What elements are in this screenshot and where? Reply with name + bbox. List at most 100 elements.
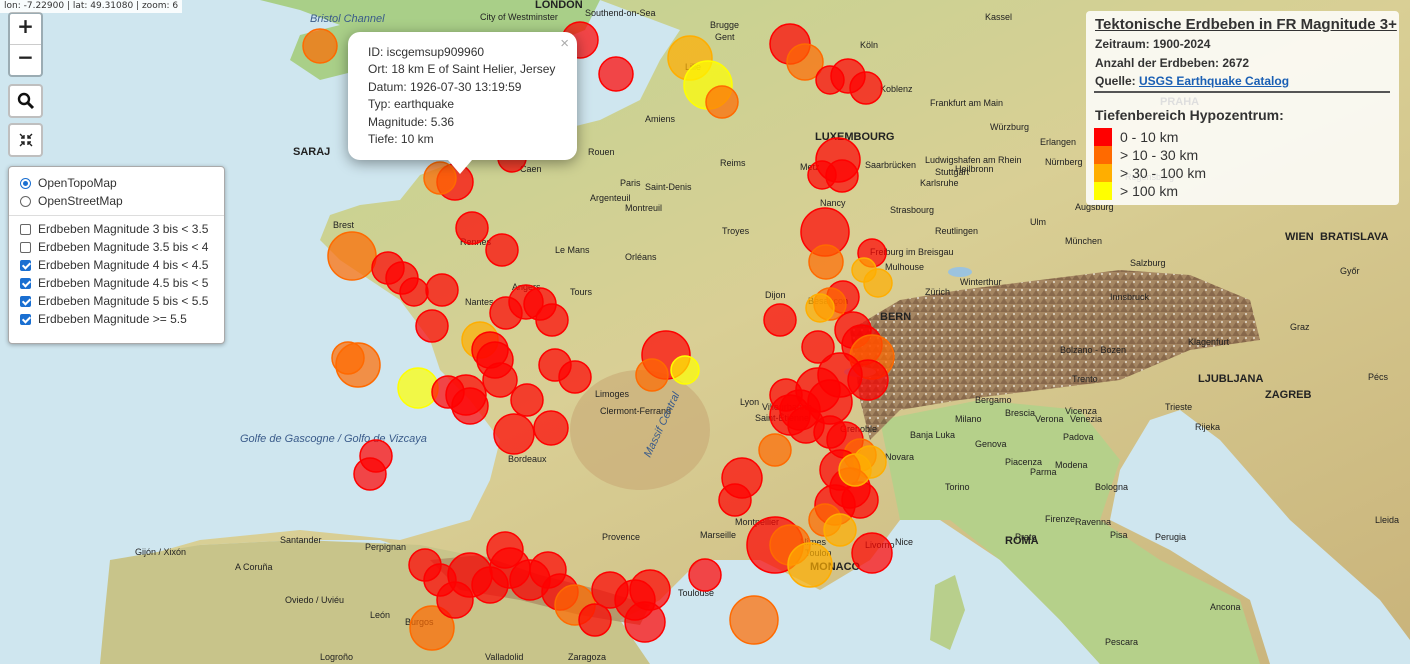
overlay-label: Erdbeben Magnitude >= 5.5 [38, 312, 187, 326]
earthquake-marker[interactable] [489, 296, 523, 330]
depth-label: > 10 - 30 km [1120, 147, 1199, 163]
earthquake-marker[interactable] [578, 603, 612, 637]
earthquake-marker[interactable] [533, 410, 569, 446]
earthquake-marker[interactable] [353, 457, 387, 491]
place-label: Torino [945, 482, 970, 492]
place-label: Paris [620, 178, 641, 188]
earthquake-popup: × ID: iscgemsup909960 Ort: 18 km E of Sa… [348, 32, 577, 174]
earthquake-marker[interactable] [302, 28, 338, 64]
earthquake-marker[interactable] [451, 387, 489, 425]
place-label: Perpignan [365, 542, 406, 552]
checkbox[interactable] [20, 242, 31, 253]
checkbox[interactable] [20, 260, 31, 271]
place-label: Limoges [595, 389, 630, 399]
place-label: ROMA [1005, 535, 1039, 547]
earthquake-marker[interactable] [415, 309, 449, 343]
place-label: Graz [1290, 322, 1310, 332]
earthquake-marker[interactable] [485, 233, 519, 267]
overlay-mag-3.5-4[interactable]: Erdbeben Magnitude 3.5 bis < 4 [9, 238, 224, 256]
depth-swatch [1094, 164, 1112, 182]
checkbox[interactable] [20, 296, 31, 307]
earthquake-marker[interactable] [335, 342, 381, 388]
earthquake-marker[interactable] [535, 303, 569, 337]
radio-button[interactable] [20, 178, 31, 189]
earthquake-marker[interactable] [327, 231, 377, 281]
earthquake-marker[interactable] [823, 513, 857, 547]
zoom-out-button[interactable]: − [10, 45, 41, 75]
earthquake-marker[interactable] [635, 358, 669, 392]
earthquake-marker[interactable] [729, 595, 779, 645]
earthquake-marker[interactable] [425, 273, 459, 307]
earthquake-marker[interactable] [399, 277, 429, 307]
earthquake-marker[interactable] [808, 244, 844, 280]
earthquake-marker[interactable] [849, 71, 883, 105]
place-label: Venezia [1070, 414, 1102, 424]
overlay-mag-4-4.5[interactable]: Erdbeben Magnitude 4 bis < 4.5 [9, 256, 224, 274]
radio-button[interactable] [20, 196, 31, 207]
fullscreen-button[interactable] [8, 123, 43, 157]
checkbox[interactable] [20, 278, 31, 289]
place-label: Gent [715, 32, 735, 42]
base-layer-label: OpenTopoMap [38, 176, 117, 190]
place-label: Bergamo [975, 395, 1012, 405]
earthquake-marker[interactable] [482, 362, 518, 398]
earthquake-marker[interactable] [670, 355, 700, 385]
usgs-catalog-link[interactable]: USGS Earthquake Catalog [1139, 74, 1289, 88]
place-label: Rouen [588, 147, 615, 157]
place-label: Ancona [1210, 602, 1241, 612]
earthquake-marker[interactable] [758, 433, 792, 467]
place-label: Gijón / Xixón [135, 547, 186, 557]
earthquake-marker[interactable] [629, 569, 671, 611]
earthquake-marker[interactable] [838, 453, 872, 487]
place-label: Ulm [1030, 217, 1046, 227]
earthquake-marker[interactable] [436, 581, 474, 619]
base-layer-opentopomap[interactable]: OpenTopoMap [9, 174, 224, 192]
place-label: Piacenza [1005, 457, 1042, 467]
place-label: Padova [1063, 432, 1094, 442]
place-label: Nantes [465, 297, 494, 307]
earthquake-marker[interactable] [471, 566, 509, 604]
place-label: Valladolid [485, 652, 523, 662]
earthquake-marker[interactable] [493, 413, 535, 455]
place-label: Dijon [765, 290, 786, 300]
place-label: LONDON [535, 0, 583, 11]
place-label: Marseille [700, 530, 736, 540]
search-icon [17, 92, 34, 109]
earthquake-marker[interactable] [807, 160, 837, 190]
place-label: Pécs [1368, 372, 1389, 382]
earthquake-marker[interactable] [787, 542, 833, 588]
overlay-mag-3-3.5[interactable]: Erdbeben Magnitude 3 bis < 3.5 [9, 220, 224, 238]
earthquake-marker[interactable] [510, 383, 544, 417]
place-label: Provence [602, 532, 640, 542]
zoom-in-button[interactable]: + [10, 14, 41, 45]
base-layer-label: OpenStreetMap [38, 194, 123, 208]
place-label: Montreuil [625, 203, 662, 213]
earthquake-marker[interactable] [598, 56, 634, 92]
place-label: Parma [1030, 467, 1057, 477]
earthquake-marker[interactable] [851, 532, 893, 574]
overlay-mag-5-5.5[interactable]: Erdbeben Magnitude 5 bis < 5.5 [9, 292, 224, 310]
place-label: Salzburg [1130, 258, 1166, 268]
legend-period: Zeitraum: 1900-2024 [1095, 37, 1211, 51]
earthquake-marker[interactable] [688, 558, 722, 592]
place-label: Oviedo / Uviéu [285, 595, 344, 605]
earthquake-marker[interactable] [718, 483, 752, 517]
base-layer-openstreetmap[interactable]: OpenStreetMap [9, 192, 224, 210]
popup-close-button[interactable]: × [560, 35, 569, 52]
zoom-control: + − [8, 12, 43, 77]
earthquake-marker[interactable] [558, 360, 592, 394]
search-button[interactable] [8, 84, 43, 118]
overlay-mag-4.5-5[interactable]: Erdbeben Magnitude 4.5 bis < 5 [9, 274, 224, 292]
earthquake-marker[interactable] [705, 85, 739, 119]
earthquake-marker[interactable] [863, 268, 893, 298]
earthquake-marker[interactable] [805, 293, 835, 323]
place-label: Brugge [710, 20, 739, 30]
earthquake-marker[interactable] [455, 211, 489, 245]
checkbox[interactable] [20, 224, 31, 235]
overlay-mag-5.5-plus[interactable]: Erdbeben Magnitude >= 5.5 [9, 310, 224, 328]
place-label: Bolzano - Bozen [1060, 345, 1126, 355]
earthquake-marker[interactable] [763, 303, 797, 337]
depth-legend-item: 0 - 10 km [1094, 128, 1178, 146]
place-label: Köln [860, 40, 878, 50]
checkbox[interactable] [20, 314, 31, 325]
